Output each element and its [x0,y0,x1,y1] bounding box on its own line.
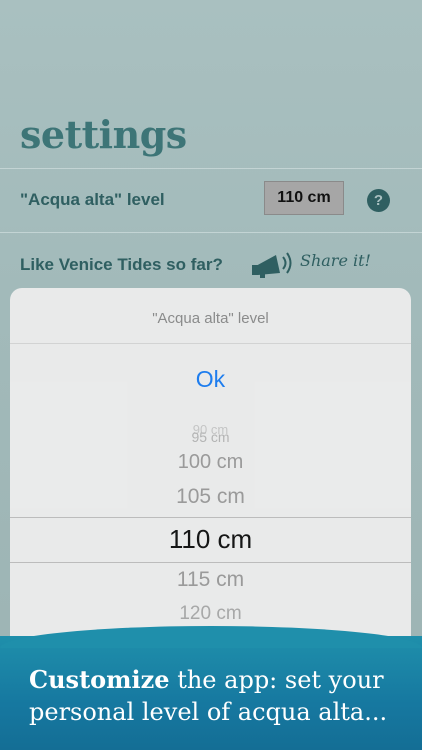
picker-option[interactable]: 115 cm [10,568,411,592]
acqua-alta-level-label: "Acqua alta" level [20,190,165,209]
page-title: settings [20,112,187,157]
caption-line1: the app: set your [169,666,384,694]
acqua-alta-level-row: "Acqua alta" level 110 cm ? [0,168,422,231]
picker-option[interactable]: 120 cm [10,603,411,625]
like-label: Like Venice Tides so far? [20,255,223,274]
picker-option[interactable]: 100 cm [10,451,411,474]
promo-banner: Customize the app: set your personal leve… [0,626,422,750]
share-row: Like Venice Tides so far? Share it! [0,232,422,293]
divider [10,343,411,344]
ok-button[interactable]: Ok [10,366,411,393]
caption-bold-word: Customize [29,665,170,694]
megaphone-icon[interactable] [250,247,296,279]
promo-caption: Customize the app: set your personal leve… [29,664,409,728]
share-button[interactable]: Share it! [300,251,371,270]
picker-selection-top-line [10,517,411,518]
acqua-alta-level-field[interactable]: 110 cm [264,181,344,215]
caption-line2: personal level of acqua alta... [29,698,388,726]
level-picker-sheet: "Acqua alta" level Ok 90 cm 95 cm 100 cm… [10,288,411,668]
picker-option[interactable]: 105 cm [10,485,411,509]
picker-option[interactable]: 95 cm [10,429,411,445]
picker-title: "Acqua alta" level [152,310,269,327]
picker-selection-bottom-line [10,562,411,563]
help-icon[interactable]: ? [367,189,390,212]
picker-option-selected[interactable]: 110 cm [10,524,411,555]
